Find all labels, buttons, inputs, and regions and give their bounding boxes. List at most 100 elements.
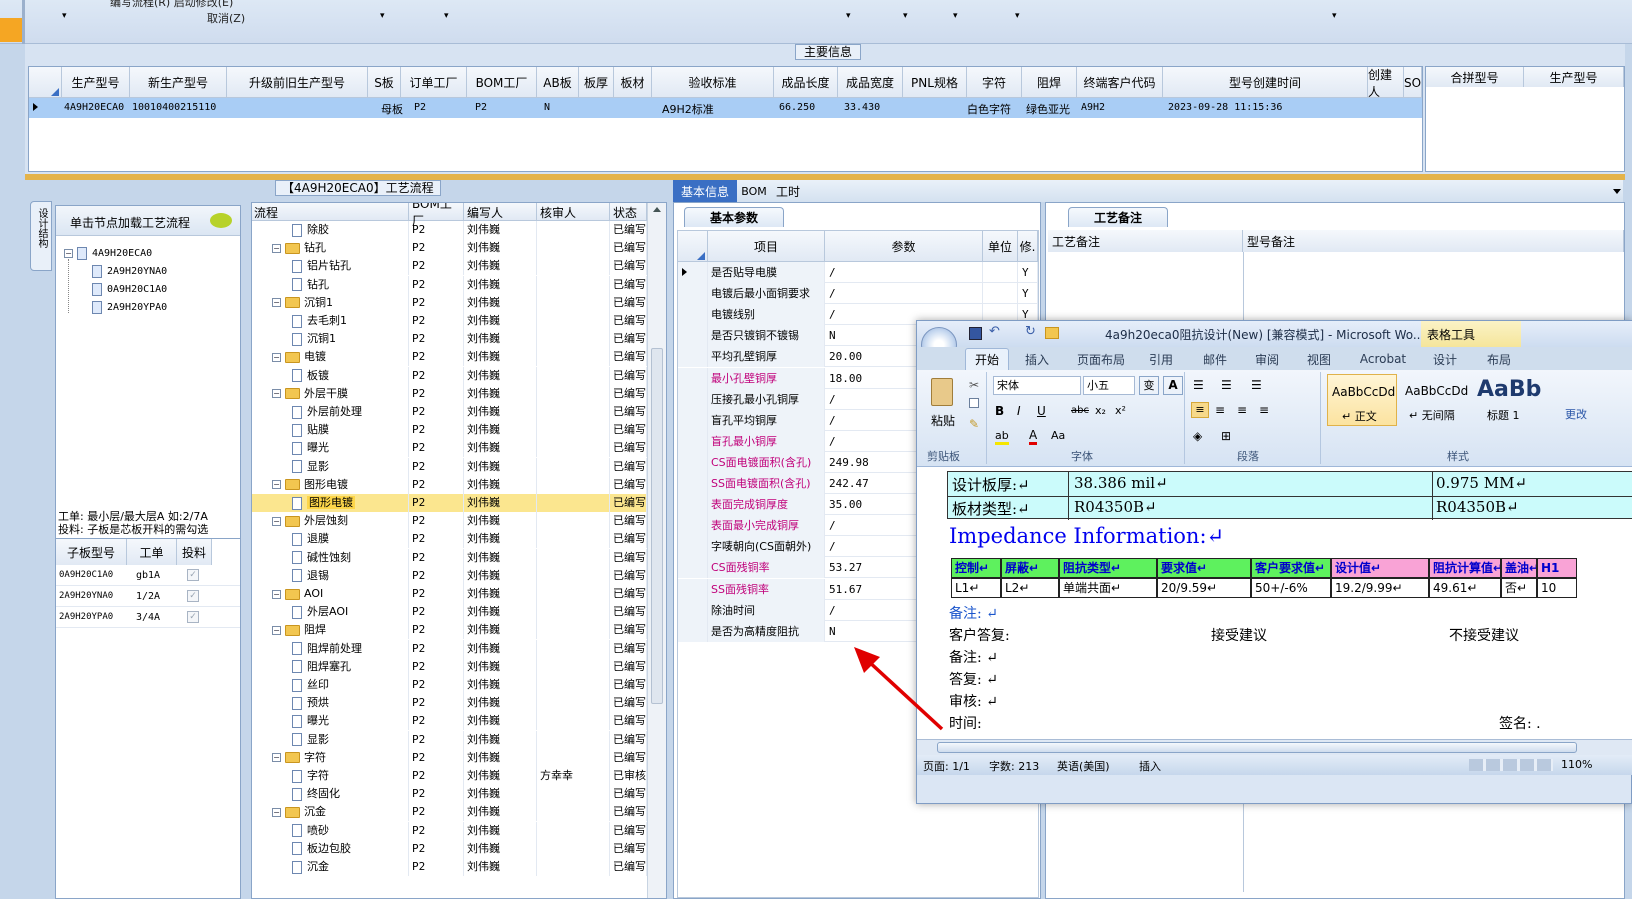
- col-header[interactable]: 成品长度: [774, 67, 838, 98]
- cell-factory[interactable]: P2: [409, 530, 464, 549]
- cell-writer[interactable]: 刘伟巍: [464, 694, 537, 713]
- cell-width[interactable]: 33.430: [844, 102, 880, 113]
- cell-status[interactable]: 已编写: [610, 239, 647, 258]
- view-buttons[interactable]: [1469, 759, 1553, 771]
- cell-factory[interactable]: P2: [409, 821, 464, 840]
- dropdown-arrow-icon[interactable]: ▾: [1332, 11, 1337, 21]
- cell-factory[interactable]: P2: [409, 312, 464, 330]
- param-item[interactable]: 是否贴导电膜: [708, 262, 825, 283]
- col-header[interactable]: 参数: [825, 231, 983, 262]
- cell-writer[interactable]: 刘伟巍: [464, 275, 537, 294]
- change-case-icon[interactable]: Aa: [1051, 429, 1065, 442]
- table-row[interactable]: 图形电镀 P2 刘伟巍 已编写: [252, 494, 647, 512]
- col-header[interactable]: 合拼型号: [1426, 67, 1524, 87]
- col-header[interactable]: 创建人: [1368, 67, 1404, 99]
- borders-icon[interactable]: ⊞: [1221, 429, 1231, 443]
- scroll-thumb[interactable]: [937, 742, 1577, 753]
- cell-status[interactable]: 已编写: [610, 366, 647, 385]
- cell-reviewer[interactable]: [537, 348, 610, 367]
- collapse-icon[interactable]: −: [272, 807, 281, 817]
- col-header[interactable]: SO: [1404, 67, 1422, 98]
- change-styles-label[interactable]: 更改: [1565, 406, 1587, 422]
- cell-process[interactable]: 碱性蚀刻: [252, 548, 409, 567]
- cell-status[interactable]: 已编写: [610, 457, 647, 476]
- cell-process[interactable]: 沉铜1: [252, 330, 409, 349]
- cell-reviewer[interactable]: [537, 475, 610, 494]
- cell-process[interactable]: 退锡: [252, 566, 409, 585]
- cell-process[interactable]: − 钻孔: [252, 239, 409, 258]
- collapse-icon[interactable]: −: [272, 389, 281, 399]
- cell-writer[interactable]: 刘伟巍: [464, 821, 537, 840]
- collapse-icon[interactable]: −: [64, 248, 73, 258]
- collapse-icon[interactable]: −: [272, 516, 281, 526]
- cell-status[interactable]: 已编写: [610, 585, 647, 603]
- cell-factory[interactable]: P2: [409, 585, 464, 603]
- cell-length[interactable]: 66.250: [779, 102, 815, 113]
- cell-reviewer[interactable]: [537, 603, 610, 622]
- cell-factory[interactable]: P2: [409, 767, 464, 785]
- cell-model[interactable]: 4A9H20ECA0: [64, 102, 124, 113]
- cell-writer[interactable]: 刘伟巍: [464, 366, 537, 385]
- cell-status[interactable]: 已编写: [610, 257, 647, 276]
- table-row[interactable]: − 沉铜1 P2 刘伟巍 已编写: [252, 293, 647, 312]
- table-row[interactable]: 板镀 P2 刘伟巍 已编写: [252, 366, 647, 385]
- cell-status[interactable]: 已编写: [610, 694, 647, 713]
- scroll-thumb[interactable]: [651, 348, 663, 704]
- cell-standard[interactable]: A9H2标准: [662, 101, 714, 117]
- cell-factory[interactable]: P2: [409, 785, 464, 804]
- param-item[interactable]: 表面完成铜厚度: [708, 494, 825, 516]
- col-header[interactable]: 终端客户代码: [1077, 67, 1163, 98]
- cell-factory[interactable]: P2: [409, 239, 464, 258]
- cell-process[interactable]: − 图形电镀: [252, 475, 409, 494]
- cell-factory[interactable]: P2: [409, 221, 464, 239]
- cell-writer[interactable]: 刘伟巍: [464, 639, 537, 658]
- cell-legend[interactable]: 白色字符: [967, 101, 1011, 117]
- cell-process[interactable]: 外层前处理: [252, 403, 409, 421]
- col-header[interactable]: 核审人: [537, 203, 610, 221]
- font-color-icon[interactable]: A: [1029, 428, 1038, 445]
- cell-reviewer[interactable]: [537, 221, 610, 239]
- cell-order[interactable]: gb1A: [136, 570, 160, 581]
- cell-factory[interactable]: P2: [409, 603, 464, 622]
- cell-factory[interactable]: P2: [409, 293, 464, 312]
- bold-icon[interactable]: B: [995, 404, 1004, 418]
- cell-reviewer[interactable]: [537, 457, 610, 476]
- table-row[interactable]: − 沉金 P2 刘伟巍 已编写: [252, 803, 647, 822]
- col-header[interactable]: BOM工厂: [467, 67, 537, 98]
- cell-process[interactable]: 显影: [252, 730, 409, 749]
- cell-writer[interactable]: 刘伟巍: [464, 621, 537, 640]
- feed-checkbox[interactable]: ✓: [187, 569, 199, 581]
- subscript-icon[interactable]: x₂: [1095, 404, 1106, 417]
- table-row[interactable]: 外层AOI P2 刘伟巍 已编写: [252, 603, 647, 622]
- cell-status[interactable]: 已编写: [610, 676, 647, 694]
- tab-basic-params[interactable]: 基本参数: [684, 207, 784, 227]
- tab-mailings[interactable]: 邮件: [1195, 350, 1235, 368]
- cell-process[interactable]: 曝光: [252, 712, 409, 731]
- cell-writer[interactable]: 刘伟巍: [464, 603, 537, 622]
- cell-factory[interactable]: P2: [409, 512, 464, 531]
- cell-process[interactable]: 喷砂: [252, 821, 409, 840]
- cell-factory[interactable]: P2: [409, 257, 464, 276]
- cell-factory[interactable]: P2: [409, 657, 464, 676]
- cell-status[interactable]: 已编写: [610, 621, 647, 640]
- cell-process[interactable]: 铝片钻孔: [252, 257, 409, 276]
- status-words[interactable]: 字数: 213: [989, 758, 1039, 774]
- cell-process[interactable]: − 外层干膜: [252, 384, 409, 403]
- param-item[interactable]: CS面电镀面积(含孔): [708, 451, 825, 473]
- col-header[interactable]: 字符: [967, 67, 1022, 98]
- cell-writer[interactable]: 刘伟巍: [464, 348, 537, 367]
- cell-factory[interactable]: P2: [409, 803, 464, 822]
- table-row[interactable]: 喷砂 P2 刘伟巍 已编写: [252, 821, 647, 840]
- cell-reviewer[interactable]: [537, 858, 610, 876]
- multilevel-icon[interactable]: ☰: [1251, 378, 1262, 392]
- cell-process[interactable]: − 电镀: [252, 348, 409, 367]
- table-row[interactable]: − 钻孔 P2 刘伟巍 已编写: [252, 239, 647, 258]
- vertical-scrollbar[interactable]: [647, 203, 666, 898]
- cell-reviewer[interactable]: [537, 548, 610, 567]
- cell-factory[interactable]: P2: [409, 384, 464, 403]
- col-header[interactable]: 新生产型号: [130, 67, 227, 98]
- cell-s-board[interactable]: 母板: [381, 101, 403, 117]
- align-right-icon[interactable]: ≡: [1237, 403, 1247, 417]
- cell-created[interactable]: 2023-09-28 11:15:36: [1168, 102, 1282, 113]
- table-row[interactable]: 沉金 P2 刘伟巍 已编写: [252, 858, 647, 876]
